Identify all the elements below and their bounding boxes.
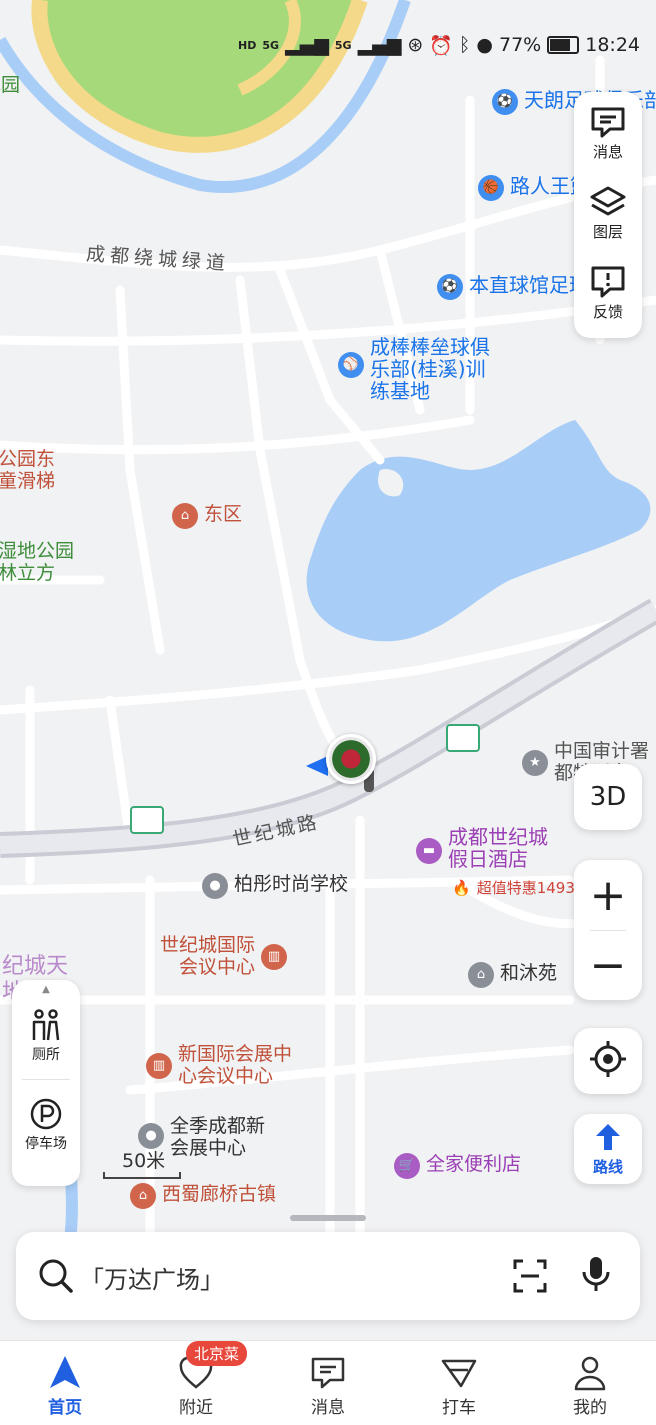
- battery-icon: [547, 36, 580, 54]
- poi-hotel-deal[interactable]: 🔥 超值特惠1493: [452, 877, 575, 899]
- taxi-icon: [439, 1353, 479, 1393]
- zoom-panel: + −: [574, 860, 642, 1000]
- poi-conference[interactable]: ▥ 世纪城国际 会议中心: [160, 934, 288, 978]
- government-icon: ★: [522, 750, 548, 776]
- microphone-icon[interactable]: [578, 1254, 614, 1298]
- battery-percent: 77%: [499, 34, 542, 56]
- nearby-badge: 北京菜: [186, 1341, 248, 1366]
- map-tools-panel: 消息 图层 反馈: [574, 92, 642, 338]
- search-bar[interactable]: 「万达广场」: [16, 1232, 640, 1320]
- location-icon: ●: [476, 34, 493, 56]
- layers-icon: [589, 183, 627, 221]
- residence-icon: ⌂: [468, 962, 494, 988]
- poi-newexpo[interactable]: ▥ 新国际会展中 心会议中心: [146, 1043, 292, 1087]
- clock: 18:24: [585, 34, 640, 56]
- direction-arrow-icon: [306, 756, 328, 776]
- parking-button[interactable]: 停车场: [12, 1084, 80, 1164]
- crosshair-icon: [589, 1040, 627, 1082]
- signal-bars-icon: ▂▄▆: [285, 34, 329, 56]
- map-view[interactable]: 成都绕城绿道 世纪城路 花园 公园东 童滑梯 湿地公园 林立方 纪城天 地 ⚽ …: [0, 0, 656, 1340]
- locate-button[interactable]: [574, 1028, 642, 1094]
- poi-chengbang[interactable]: ⚾ 成棒棒垒球俱 乐部(桂溪)训 练基地: [338, 336, 490, 402]
- signal-icon: 5G: [334, 38, 352, 52]
- poi-baixing[interactable]: ● 柏彤时尚学校: [202, 873, 348, 899]
- view-3d-button[interactable]: 3D: [574, 764, 642, 830]
- poi-hemu[interactable]: ⌂ 和沐苑: [468, 962, 557, 988]
- building-icon: ▥: [146, 1053, 172, 1079]
- location-pin-icon: ●: [202, 873, 228, 899]
- message-icon: [589, 103, 627, 141]
- parking-icon: [27, 1095, 65, 1133]
- person-icon: [570, 1353, 610, 1393]
- zoom-in-button[interactable]: +: [574, 860, 642, 930]
- search-input[interactable]: 「万达广场」: [80, 1260, 224, 1295]
- sport-icon: ⚽: [437, 274, 463, 300]
- map-canvas: [0, 0, 656, 1340]
- status-bar: HD 5G ▂▄▆ 5G ▂▄▆ ⊛ ⏰ ᛒ ● 77% 18:24: [238, 30, 640, 60]
- location-pin-icon: ●: [138, 1123, 164, 1149]
- sport-icon: ⚾: [338, 352, 364, 378]
- building-icon: ▥: [261, 944, 288, 970]
- tab-home[interactable]: 首页: [15, 1353, 115, 1418]
- tab-profile[interactable]: 我的: [540, 1353, 640, 1418]
- bus-stop-icon[interactable]: [130, 806, 164, 834]
- label-park-east: 公园东 童滑梯: [0, 448, 56, 492]
- poi-hotel[interactable]: ▬ 成都世纪城 假日酒店: [416, 826, 548, 870]
- feedback-button[interactable]: 反馈: [574, 252, 642, 332]
- expand-icon[interactable]: ▲: [12, 980, 80, 995]
- current-location-marker[interactable]: [306, 734, 376, 784]
- tab-taxi[interactable]: 打车: [409, 1353, 509, 1418]
- layers-button[interactable]: 图层: [574, 172, 642, 252]
- search-icon: [38, 1258, 74, 1298]
- bluetooth-icon: ᛒ: [459, 34, 471, 56]
- sport-icon: ⚽: [492, 89, 518, 115]
- bottom-tab-bar: 首页 附近 北京菜 消息 打车 我的: [0, 1340, 656, 1425]
- nfc-icon: ⊛: [407, 34, 424, 56]
- tab-messages[interactable]: 消息: [278, 1353, 378, 1418]
- hotel-icon: ▬: [416, 838, 442, 864]
- hd-icon: HD: [238, 38, 257, 52]
- shop-icon: 🛒: [394, 1153, 420, 1179]
- drag-handle[interactable]: [290, 1215, 366, 1221]
- gate-icon: ⌂: [130, 1183, 156, 1209]
- feedback-icon: [589, 263, 627, 301]
- poi-xishu[interactable]: ⌂ 西蜀廊桥古镇: [130, 1183, 276, 1209]
- toilet-button[interactable]: 厕所: [12, 995, 80, 1075]
- message-icon: [308, 1353, 348, 1393]
- poi-benzhi[interactable]: ⚽ 本直球馆足球: [437, 274, 589, 300]
- toilet-icon: [27, 1006, 65, 1044]
- bus-stop-icon[interactable]: [446, 724, 480, 752]
- zoom-out-button[interactable]: −: [574, 931, 642, 1000]
- poi-dongqu[interactable]: ⌂ 东区: [172, 503, 242, 529]
- signal-bars-icon: ▂▄▆: [357, 34, 402, 56]
- label-wetland: 湿地公园 林立方: [0, 540, 75, 584]
- route-arrow-icon: [593, 1122, 623, 1156]
- alarm-icon: ⏰: [429, 34, 453, 57]
- navigation-arrow-icon: [45, 1353, 85, 1393]
- scale-label: 50米: [122, 1150, 166, 1172]
- gate-icon: ⌂: [172, 503, 198, 529]
- scan-icon[interactable]: [512, 1258, 548, 1298]
- facility-panel: ▲ 厕所 停车场: [12, 980, 80, 1186]
- messages-button[interactable]: 消息: [574, 92, 642, 172]
- route-button[interactable]: 路线: [574, 1114, 642, 1184]
- fire-icon: 🔥: [452, 879, 471, 897]
- poi-familymart[interactable]: 🛒 全家便利店: [394, 1153, 521, 1179]
- sport-icon: 🏀: [478, 175, 504, 201]
- tab-nearby[interactable]: 附近 北京菜: [146, 1341, 248, 1418]
- avatar: [326, 734, 376, 784]
- label-garden: 花园: [0, 74, 21, 96]
- signal-icon: 5G: [262, 38, 280, 52]
